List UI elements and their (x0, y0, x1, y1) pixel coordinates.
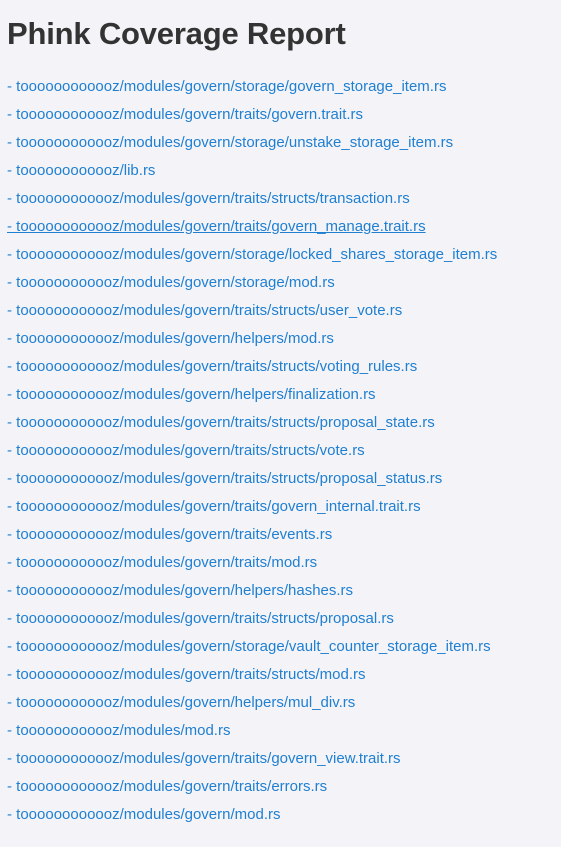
file-list-item: - toooooooooooz/modules/govern/traits/st… (7, 666, 561, 694)
file-link[interactable]: - toooooooooooz/modules/mod.rs (7, 722, 230, 739)
file-link[interactable]: - toooooooooooz/lib.rs (7, 162, 155, 179)
file-list-item: - toooooooooooz/modules/govern/storage/u… (7, 134, 561, 162)
file-link[interactable]: - toooooooooooz/modules/govern/helpers/m… (7, 330, 334, 347)
file-link[interactable]: - toooooooooooz/modules/govern/traits/st… (7, 190, 410, 207)
file-link[interactable]: - toooooooooooz/modules/govern/storage/v… (7, 638, 491, 655)
file-link[interactable]: - toooooooooooz/modules/govern/traits/st… (7, 302, 402, 319)
file-list-item: - toooooooooooz/modules/govern/helpers/h… (7, 582, 561, 610)
file-link[interactable]: - toooooooooooz/modules/govern/traits/st… (7, 414, 435, 431)
file-list-item: - toooooooooooz/modules/govern/traits/st… (7, 190, 561, 218)
file-link[interactable]: - toooooooooooz/modules/govern/traits/st… (7, 610, 394, 627)
file-list-item: - toooooooooooz/modules/govern/mod.rs (7, 806, 561, 834)
file-list-item: - toooooooooooz/modules/govern/traits/mo… (7, 554, 561, 582)
file-link[interactable]: - toooooooooooz/modules/govern/helpers/f… (7, 386, 376, 403)
file-list-item: - toooooooooooz/modules/govern/traits/er… (7, 778, 561, 806)
file-list-item: - toooooooooooz/modules/govern/traits/go… (7, 750, 561, 778)
file-link[interactable]: - toooooooooooz/modules/govern/traits/go… (7, 750, 401, 767)
file-list-item: - toooooooooooz/modules/govern/traits/ev… (7, 526, 561, 554)
file-link[interactable]: - toooooooooooz/modules/govern/traits/go… (7, 106, 363, 123)
file-link[interactable]: - toooooooooooz/modules/govern/storage/m… (7, 274, 335, 291)
file-list-item: - toooooooooooz/modules/govern/storage/l… (7, 246, 561, 274)
file-list-item: - toooooooooooz/modules/govern/traits/st… (7, 470, 561, 498)
file-link[interactable]: - toooooooooooz/modules/govern/traits/st… (7, 442, 365, 459)
file-link[interactable]: - toooooooooooz/modules/govern/storage/g… (7, 78, 446, 95)
file-link[interactable]: - toooooooooooz/modules/govern/traits/mo… (7, 554, 317, 571)
file-link[interactable]: - toooooooooooz/modules/govern/traits/st… (7, 470, 442, 487)
file-list: - toooooooooooz/modules/govern/storage/g… (7, 78, 561, 834)
file-list-item: - toooooooooooz/modules/mod.rs (7, 722, 561, 750)
file-list-item: - toooooooooooz/modules/govern/traits/st… (7, 358, 561, 386)
file-link[interactable]: - toooooooooooz/modules/govern/helpers/m… (7, 694, 355, 711)
file-list-item: - toooooooooooz/modules/govern/storage/m… (7, 274, 561, 302)
file-list-item: - toooooooooooz/modules/govern/traits/st… (7, 610, 561, 638)
file-link[interactable]: - toooooooooooz/modules/govern/traits/ev… (7, 526, 332, 543)
file-link[interactable]: - toooooooooooz/modules/govern/traits/st… (7, 666, 366, 683)
file-link[interactable]: - toooooooooooz/modules/govern/storage/l… (7, 246, 497, 263)
file-list-item: - toooooooooooz/modules/govern/helpers/f… (7, 386, 561, 414)
file-list-item: - toooooooooooz/modules/govern/traits/st… (7, 442, 561, 470)
file-list-item: - toooooooooooz/modules/govern/helpers/m… (7, 330, 561, 358)
file-link[interactable]: - toooooooooooz/modules/govern/mod.rs (7, 806, 281, 823)
file-link[interactable]: - toooooooooooz/modules/govern/storage/u… (7, 134, 453, 151)
file-list-item: - toooooooooooz/modules/govern/traits/go… (7, 218, 561, 246)
coverage-report-page: Phink Coverage Report - toooooooooooz/mo… (0, 0, 561, 847)
file-link[interactable]: - toooooooooooz/modules/govern/traits/er… (7, 778, 327, 795)
file-link[interactable]: - toooooooooooz/modules/govern/helpers/h… (7, 582, 353, 599)
file-list-item: - toooooooooooz/modules/govern/traits/st… (7, 302, 561, 330)
file-list-item: - toooooooooooz/lib.rs (7, 162, 561, 190)
file-link[interactable]: - toooooooooooz/modules/govern/traits/go… (7, 498, 421, 515)
file-link[interactable]: - toooooooooooz/modules/govern/traits/st… (7, 358, 417, 375)
file-list-item: - toooooooooooz/modules/govern/traits/go… (7, 498, 561, 526)
file-list-item: - toooooooooooz/modules/govern/traits/go… (7, 106, 561, 134)
file-list-item: - toooooooooooz/modules/govern/traits/st… (7, 414, 561, 442)
page-title: Phink Coverage Report (7, 16, 346, 51)
file-link[interactable]: - toooooooooooz/modules/govern/traits/go… (7, 218, 426, 235)
file-list-item: - toooooooooooz/modules/govern/storage/g… (7, 78, 561, 106)
file-list-item: - toooooooooooz/modules/govern/storage/v… (7, 638, 561, 666)
file-list-item: - toooooooooooz/modules/govern/helpers/m… (7, 694, 561, 722)
